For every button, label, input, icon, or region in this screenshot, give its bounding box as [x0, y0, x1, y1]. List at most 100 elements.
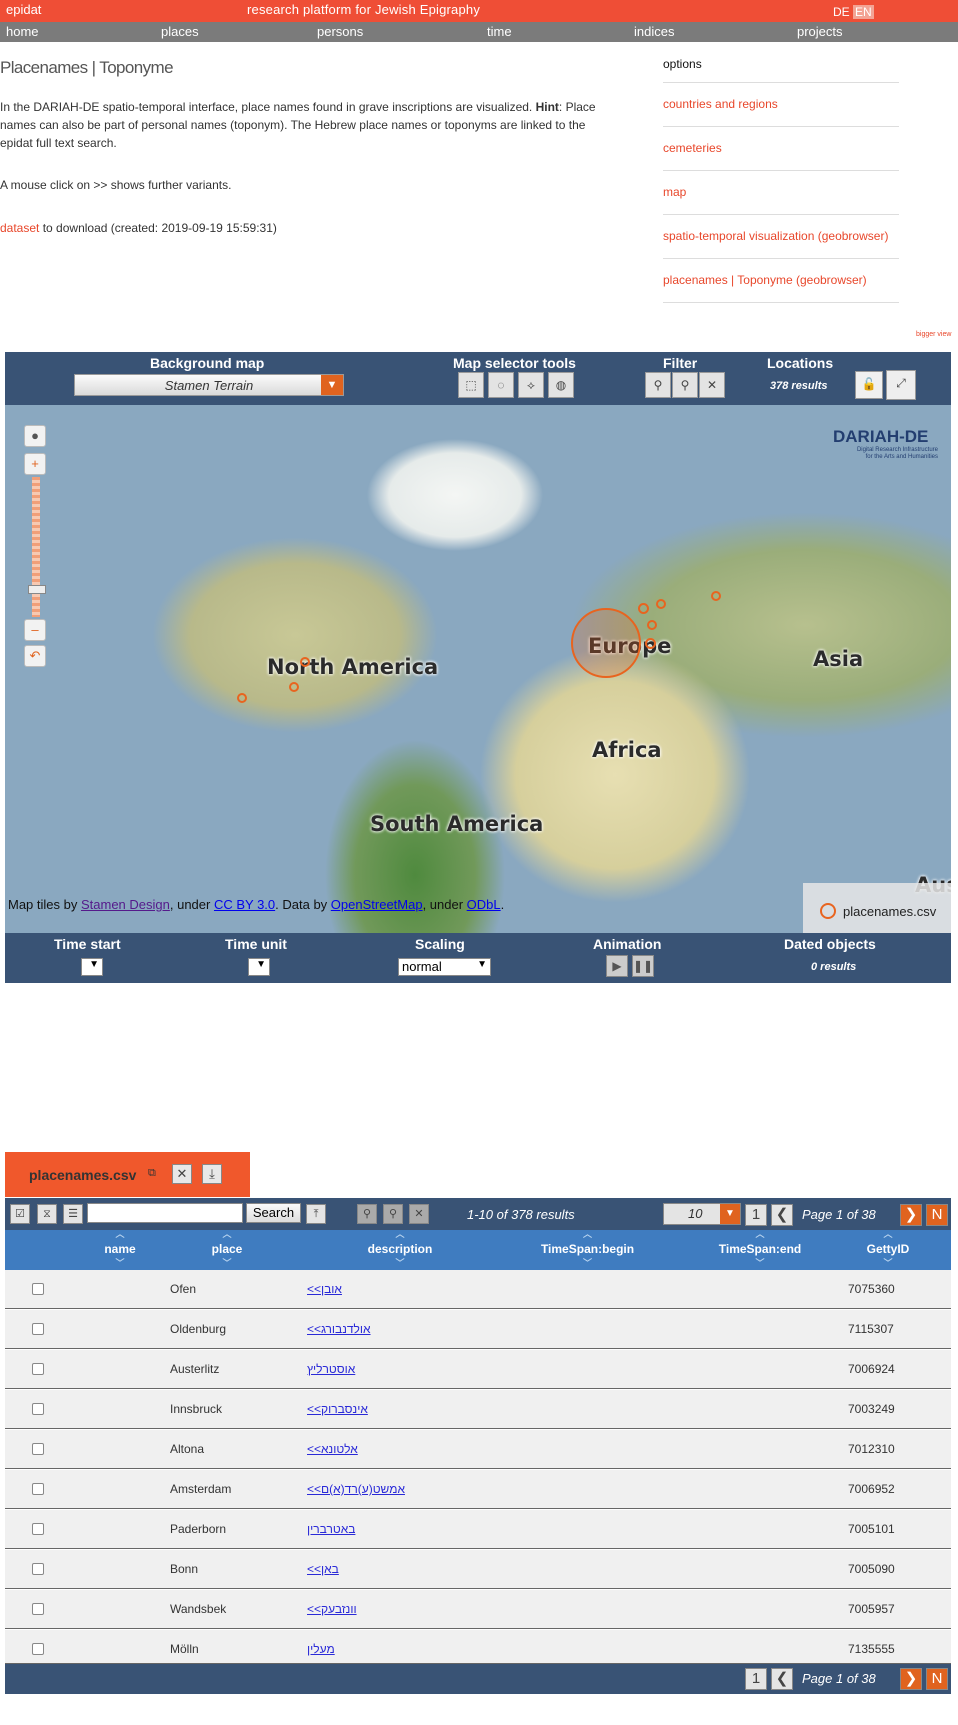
- row-checkbox[interactable]: [32, 1643, 44, 1655]
- row-description-link[interactable]: מעלין: [307, 1642, 335, 1656]
- footer-prev-page-icon[interactable]: ❮: [771, 1668, 793, 1690]
- fullscreen-icon[interactable]: ⤢: [886, 370, 916, 400]
- location-marker[interactable]: [711, 591, 721, 601]
- filter-inverse-icon[interactable]: ⚲: [672, 372, 698, 398]
- first-page-button[interactable]: 1: [745, 1204, 767, 1226]
- row-checkbox[interactable]: [32, 1603, 44, 1615]
- row-description-link[interactable]: באטרברין: [307, 1522, 355, 1536]
- lang-de-link[interactable]: DE: [833, 5, 850, 19]
- next-page-icon[interactable]: ❯: [900, 1204, 922, 1226]
- row-checkbox[interactable]: [32, 1563, 44, 1575]
- table-filter-inverse-icon[interactable]: ⚲: [383, 1204, 403, 1224]
- location-marker[interactable]: [638, 603, 649, 614]
- row-checkbox[interactable]: [32, 1483, 44, 1495]
- row-description-link[interactable]: באן>>: [307, 1562, 339, 1576]
- background-map-select[interactable]: Stamen Terrain ▼: [74, 374, 344, 396]
- time-start-select[interactable]: ▼: [81, 958, 103, 976]
- select-all-icon[interactable]: ☑: [10, 1204, 30, 1224]
- zoom-in-icon[interactable]: +: [24, 453, 46, 475]
- nav-home[interactable]: home: [6, 24, 39, 39]
- footer-first-page-button[interactable]: 1: [745, 1668, 767, 1690]
- location-marker[interactable]: [647, 620, 657, 630]
- option-geobrowser-placenames[interactable]: placenames | Toponyme (geobrowser): [663, 259, 899, 303]
- option-geobrowser-spatio-temporal[interactable]: spatio-temporal visualization (geobrowse…: [663, 215, 899, 259]
- dataset-tab[interactable]: placenames.csv ⧉ ✕ ⤓: [5, 1152, 250, 1197]
- table-filter-zoom-icon[interactable]: ⚲: [357, 1204, 377, 1224]
- option-cemeteries[interactable]: cemeteries: [663, 127, 899, 171]
- brand-link[interactable]: epidat: [6, 2, 41, 17]
- bigger-view-link[interactable]: bigger view: [916, 331, 951, 338]
- row-description-link[interactable]: אוסטרליץ: [307, 1362, 355, 1376]
- nav-time[interactable]: time: [487, 24, 512, 39]
- col-description[interactable]: ︿ description ﹀: [345, 1230, 455, 1270]
- col-place[interactable]: ︿ place ﹀: [187, 1230, 267, 1270]
- row-checkbox[interactable]: [32, 1523, 44, 1535]
- polygon-select-icon[interactable]: ⟡: [518, 372, 544, 398]
- country-select-icon[interactable]: ◍: [548, 372, 574, 398]
- footer-last-page-button[interactable]: N: [926, 1668, 948, 1690]
- circle-select-icon[interactable]: ◌: [488, 372, 514, 398]
- row-checkbox[interactable]: [32, 1283, 44, 1295]
- col-name[interactable]: ︿ name ﹀: [80, 1230, 160, 1270]
- pause-icon[interactable]: ❚❚: [632, 955, 654, 977]
- location-marker[interactable]: [300, 657, 310, 667]
- row-checkbox[interactable]: [32, 1403, 44, 1415]
- row-description-link[interactable]: אובן>>: [307, 1282, 342, 1296]
- location-marker[interactable]: [645, 638, 656, 649]
- location-marker[interactable]: [237, 693, 247, 703]
- dataset-download-link[interactable]: dataset: [0, 221, 39, 235]
- nav-persons[interactable]: persons: [317, 24, 363, 39]
- lang-en-link[interactable]: EN: [853, 5, 874, 19]
- zoom-out-icon[interactable]: –: [24, 619, 46, 641]
- last-page-button[interactable]: N: [926, 1204, 948, 1226]
- search-button[interactable]: Search: [246, 1203, 301, 1223]
- upload-icon[interactable]: ⤒: [306, 1204, 326, 1224]
- zoom-slider[interactable]: [28, 477, 46, 617]
- odbl-link[interactable]: ODbL: [467, 897, 501, 912]
- col-gettyid[interactable]: ︿ GettyID ﹀: [848, 1230, 928, 1270]
- row-description-link[interactable]: וונזבעק>>: [307, 1602, 357, 1616]
- filter-selection-icon[interactable]: ⧖: [37, 1204, 57, 1224]
- external-link-icon[interactable]: ⧉: [148, 1167, 156, 1180]
- play-icon[interactable]: ▶: [606, 955, 628, 977]
- nav-projects[interactable]: projects: [797, 24, 843, 39]
- reset-location-icon[interactable]: ●: [24, 425, 46, 447]
- cc-by-link[interactable]: CC BY 3.0: [214, 897, 275, 912]
- col-timespan-end[interactable]: ︿ TimeSpan:end ﹀: [700, 1230, 820, 1270]
- col-timespan-begin[interactable]: ︿ TimeSpan:begin ﹀: [525, 1230, 650, 1270]
- option-countries-regions[interactable]: countries and regions: [663, 83, 899, 127]
- filter-zoom-icon[interactable]: ⚲: [645, 372, 671, 398]
- row-description-link[interactable]: אמשט(ע)רד(א)ם>>: [307, 1482, 405, 1496]
- map-view[interactable]: ● + – ↶ North America Europe Asia Africa…: [5, 405, 951, 933]
- option-map[interactable]: map: [663, 171, 899, 215]
- export-icon[interactable]: ⤓: [202, 1164, 222, 1184]
- filter-clear-icon[interactable]: ✕: [699, 372, 725, 398]
- location-marker[interactable]: [656, 599, 666, 609]
- openstreetmap-link[interactable]: OpenStreetMap: [331, 897, 423, 912]
- time-unit-select[interactable]: ▼: [248, 958, 270, 976]
- history-back-icon[interactable]: ↶: [24, 645, 46, 667]
- nav-indices[interactable]: indices: [634, 24, 674, 39]
- scaling-select[interactable]: normal ▼: [398, 958, 491, 976]
- nav-places[interactable]: places: [161, 24, 199, 39]
- row-description-link[interactable]: אולדנבורג>>: [307, 1322, 371, 1336]
- stamen-design-link[interactable]: Stamen Design: [81, 897, 170, 912]
- footer-next-page-icon[interactable]: ❯: [900, 1668, 922, 1690]
- row-description-link[interactable]: אינסברוק>>: [307, 1402, 368, 1416]
- rectangle-select-icon[interactable]: ⬚: [458, 372, 484, 398]
- list-menu-icon[interactable]: ☰: [63, 1204, 83, 1224]
- row-description-link[interactable]: אלטונא>>: [307, 1442, 358, 1456]
- table-filter-clear-icon[interactable]: ✕: [409, 1204, 429, 1224]
- lock-icon[interactable]: 🔓: [855, 371, 883, 399]
- row-checkbox[interactable]: [32, 1443, 44, 1455]
- location-cluster-large[interactable]: [571, 608, 641, 678]
- row-checkbox[interactable]: [32, 1363, 44, 1375]
- label-africa: Africa: [592, 738, 662, 762]
- page-size-select[interactable]: 10 ▼: [663, 1203, 741, 1225]
- table-search-input[interactable]: [87, 1203, 243, 1223]
- location-marker[interactable]: [289, 682, 299, 692]
- zoom-slider-handle[interactable]: [28, 585, 46, 594]
- close-tab-icon[interactable]: ✕: [172, 1164, 192, 1184]
- prev-page-icon[interactable]: ❮: [771, 1204, 793, 1226]
- row-checkbox[interactable]: [32, 1323, 44, 1335]
